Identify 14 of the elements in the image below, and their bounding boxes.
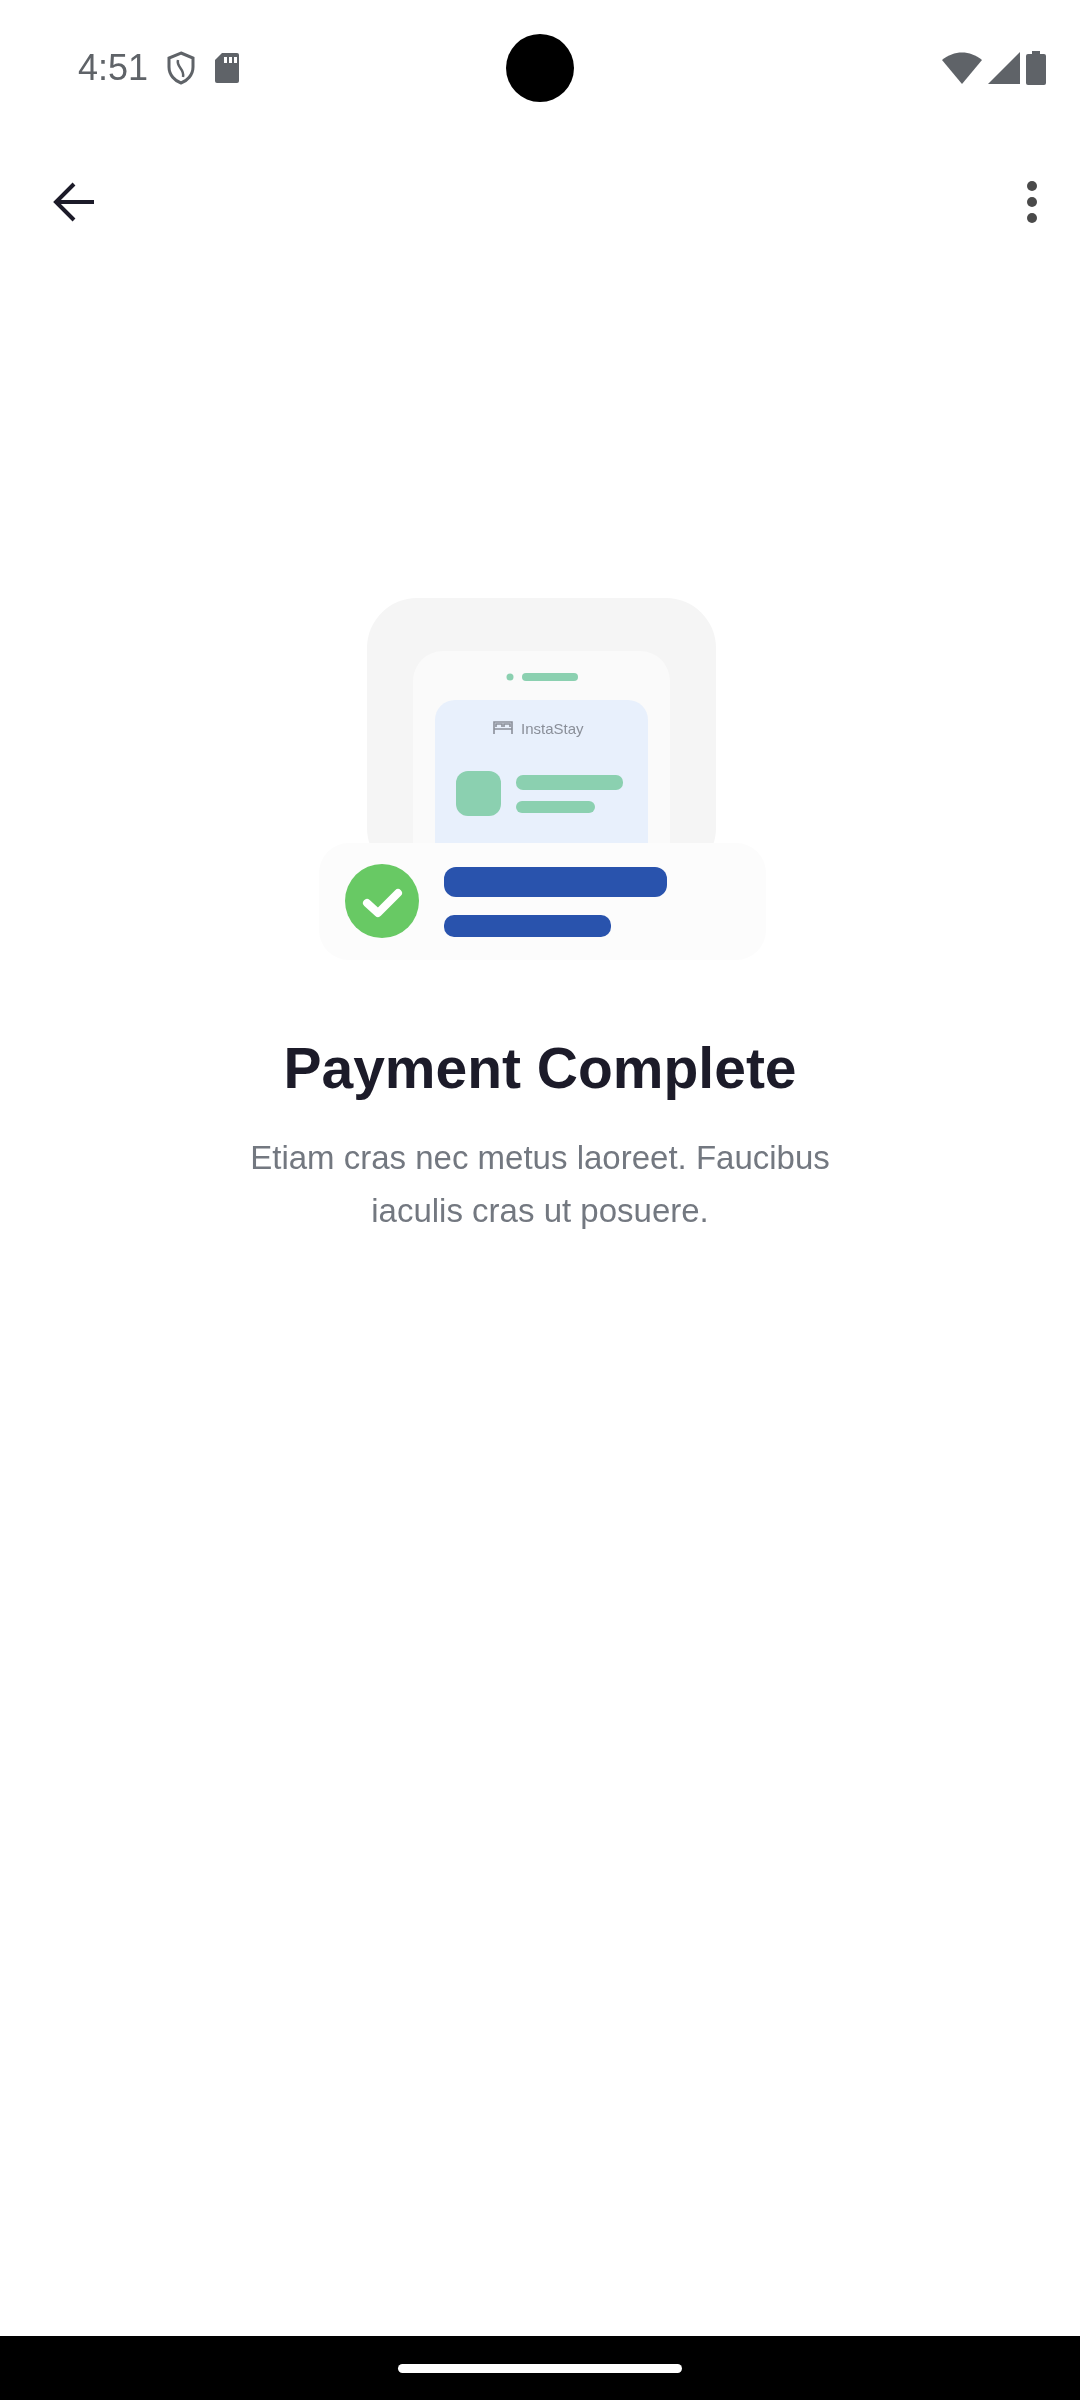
sd-card-icon bbox=[214, 52, 241, 84]
signal-icon bbox=[988, 52, 1020, 84]
home-handle[interactable] bbox=[398, 2363, 682, 2373]
wifi-icon bbox=[942, 52, 982, 84]
status-time: 4:51 bbox=[78, 47, 149, 89]
confirmation-message: Etiam cras nec metus laoreet. Faucibus iaculis cras ut posuere. bbox=[249, 1138, 831, 1231]
check-circle-icon bbox=[345, 864, 419, 938]
screen-title: Payment Complete bbox=[283, 1035, 797, 1101]
battery-icon bbox=[1026, 51, 1046, 85]
shield-icon bbox=[166, 50, 197, 86]
back-arrow-icon[interactable] bbox=[52, 182, 96, 222]
brand-name: InstaStay bbox=[521, 720, 584, 737]
bed-icon bbox=[493, 721, 513, 735]
more-options-icon[interactable] bbox=[1026, 180, 1038, 224]
